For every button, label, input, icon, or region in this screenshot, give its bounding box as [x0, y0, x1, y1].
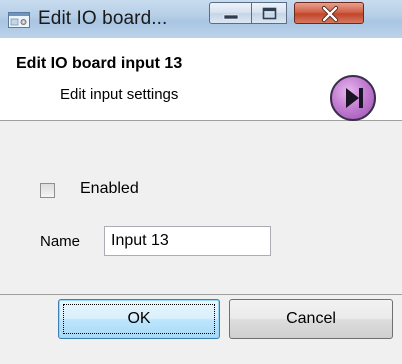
- maximize-button[interactable]: [251, 2, 287, 24]
- header-subtitle: Edit input settings: [60, 86, 179, 103]
- header-title: Edit IO board input 13: [16, 55, 183, 72]
- skip-next-icon: [346, 88, 363, 108]
- name-input[interactable]: [104, 226, 271, 256]
- title-bar[interactable]: Edit IO board...: [0, 0, 402, 38]
- footer-divider: [0, 294, 402, 295]
- next-button[interactable]: [330, 75, 376, 121]
- enabled-label[interactable]: Enabled: [80, 180, 139, 198]
- close-button[interactable]: [294, 2, 364, 24]
- enabled-checkbox[interactable]: [40, 183, 55, 198]
- ok-button-label: OK: [127, 310, 151, 327]
- minimize-icon: [223, 14, 239, 20]
- cancel-button-label: Cancel: [286, 310, 336, 327]
- app-window-icon: [8, 12, 30, 28]
- maximize-icon: [262, 7, 277, 20]
- close-icon: [322, 6, 338, 22]
- ok-button[interactable]: OK: [58, 299, 220, 339]
- minimize-button[interactable]: [209, 2, 252, 24]
- name-label: Name: [40, 233, 81, 250]
- dialog-client-area: Edit IO board input 13 Edit input settin…: [0, 38, 402, 364]
- edit-io-input-dialog: Edit IO board... Edit IO board input 13 …: [0, 0, 402, 364]
- window-title: Edit IO board...: [38, 8, 168, 29]
- settings-form: Enabled Name: [0, 121, 402, 294]
- dialog-header: Edit IO board input 13 Edit input settin…: [0, 38, 402, 121]
- cancel-button[interactable]: Cancel: [229, 299, 393, 339]
